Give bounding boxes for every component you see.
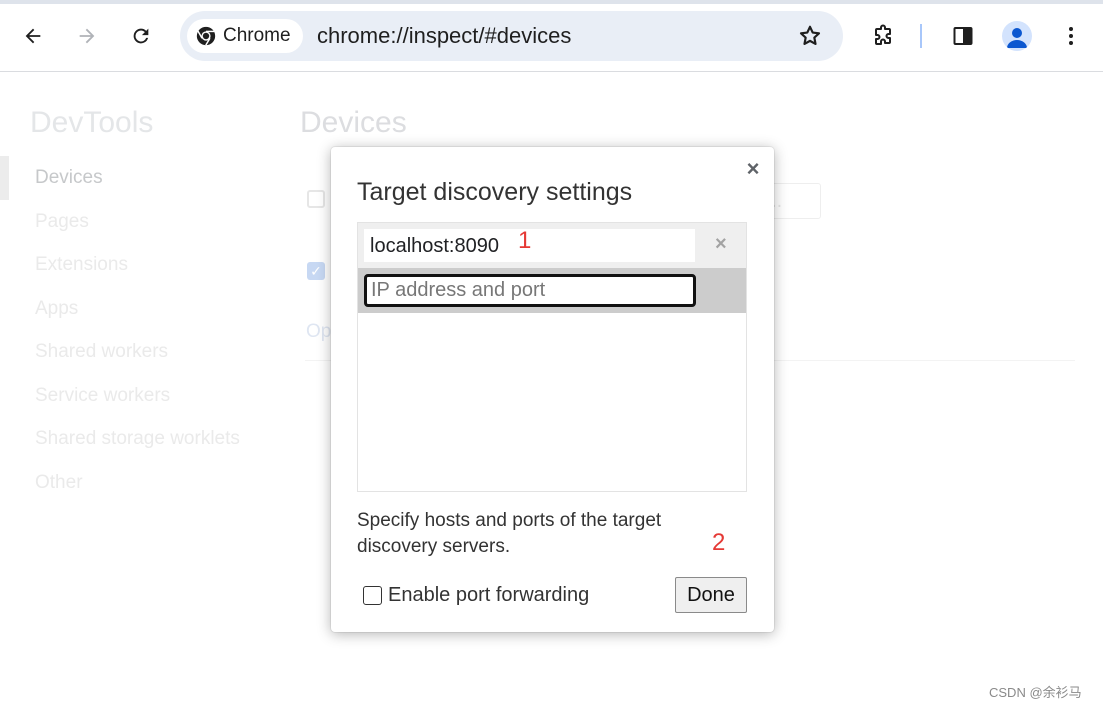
dialog-title: Target discovery settings [357,178,633,206]
chrome-logo-icon [196,26,216,46]
profile-avatar-icon [1007,28,1027,48]
forward-arrow-icon [79,28,95,44]
reload-icon [133,28,149,44]
back-arrow-icon [25,28,41,44]
done-button[interactable]: Done [675,577,747,613]
list-item-new [358,268,746,313]
target-discovery-dialog: × Target discovery settings localhost:80… [331,147,774,632]
sidebar-item-other[interactable]: Other [35,472,83,494]
sidebar-selection-marker [0,156,9,200]
more-menu-button[interactable] [1055,20,1087,52]
port-forwarding-toggle[interactable]: Enable port forwarding [363,584,589,607]
annotation-2: 2 [712,529,726,556]
dialog-close-button[interactable]: × [743,157,763,181]
ip-address-port-input[interactable] [364,274,696,307]
toolbar-separator [920,24,922,48]
sidebar-item-shared-storage-worklets[interactable]: Shared storage worklets [35,428,240,450]
more-menu-icon [1069,27,1073,45]
sidebar-item-apps[interactable]: Apps [35,298,78,320]
target-list: localhost:8090 × [357,222,747,492]
tab-strip-edge [0,0,1103,4]
watermark: CSDN @余衫马 [989,685,1082,700]
sidebar-item-service-workers[interactable]: Service workers [35,385,170,407]
annotation-1: 1 [518,227,532,254]
dialog-hint-text: Specify hosts and ports of the target di… [357,510,662,557]
discover-network-checkbox[interactable]: ✓ [307,262,325,280]
list-item[interactable]: localhost:8090 × [358,223,746,268]
sidebar-item-shared-workers[interactable]: Shared workers [35,341,168,363]
port-forwarding-checkbox[interactable] [363,586,382,605]
side-panel-icon [953,27,973,45]
open-dedicated-devtools-link[interactable]: Op [306,321,331,343]
sidebar-item-pages[interactable]: Pages [35,211,89,233]
address-bar-url[interactable]: chrome://inspect/#devices [317,23,571,49]
site-info-chip[interactable]: Chrome [187,19,303,53]
extensions-button[interactable] [867,20,899,52]
sidebar-item-devices[interactable]: Devices [35,167,103,189]
browser-toolbar: Chrome chrome://inspect/#devices [0,0,1103,72]
bookmark-button[interactable] [797,23,823,54]
forward-button[interactable] [71,20,103,52]
side-panel-button[interactable] [947,20,979,52]
back-button[interactable] [17,20,49,52]
remove-entry-button[interactable]: × [715,233,727,256]
sidebar-title: DevTools [30,106,154,139]
section-title: Devices [300,106,407,139]
discover-usb-checkbox[interactable] [307,190,325,208]
port-forwarding-label: Enable port forwarding [388,584,590,606]
site-info-chip-label: Chrome [223,25,291,46]
profile-button[interactable] [1002,21,1032,51]
sidebar-item-extensions[interactable]: Extensions [35,254,128,276]
omnibox[interactable]: Chrome chrome://inspect/#devices [180,11,843,61]
extensions-puzzle-icon [875,24,891,45]
bookmark-star-icon [799,25,821,45]
reload-button[interactable] [125,20,157,52]
